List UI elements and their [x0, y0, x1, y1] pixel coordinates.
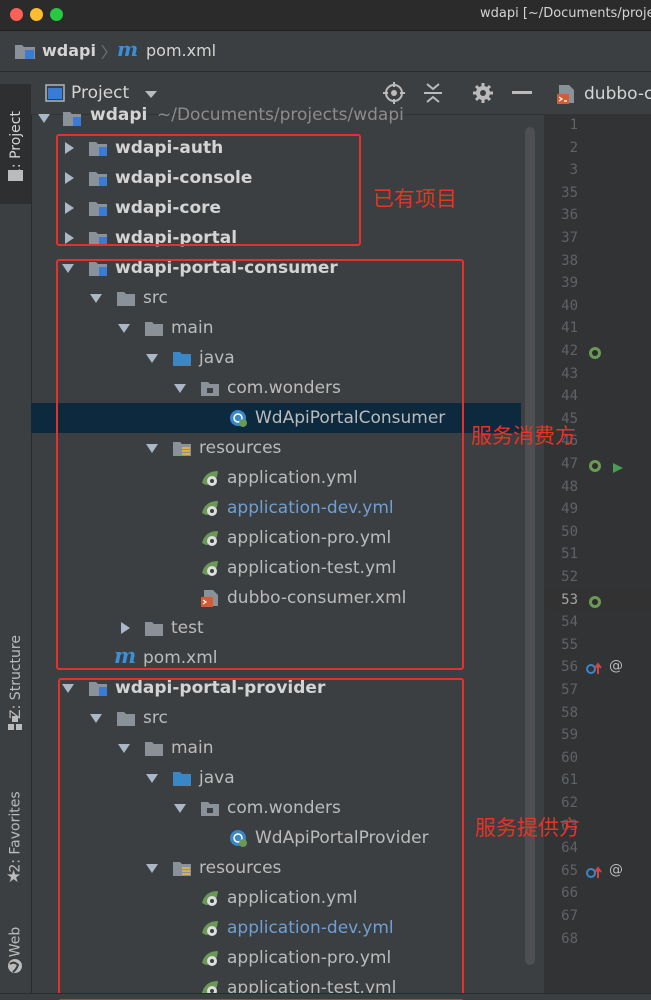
line-number: 59: [561, 727, 578, 744]
override-gutter-icon[interactable]: [586, 865, 604, 884]
line-number: 49: [561, 501, 578, 518]
line-number: 68: [561, 930, 578, 947]
annotation-gutter-icon: @: [609, 861, 623, 878]
chevron-right-icon: [101, 44, 108, 60]
line-number: 44: [561, 388, 578, 405]
line-number: 61: [561, 772, 578, 789]
breadcrumb-project[interactable]: wdapi: [42, 41, 96, 60]
star-icon: ★: [6, 867, 22, 887]
line-number: 56: [561, 659, 578, 676]
module-folder-icon: [63, 112, 81, 126]
window-title: wdapi [~/Documents/proje: [480, 6, 651, 21]
line-number: 60: [561, 749, 578, 766]
line-number: 62: [561, 795, 578, 811]
locate-target-icon[interactable]: [383, 82, 405, 104]
run-gutter-icon[interactable]: [612, 459, 624, 478]
line-number: 3: [569, 162, 578, 179]
line-number: 38: [561, 252, 578, 269]
annotation-existing-projects: 已有项目: [373, 187, 457, 211]
spring-bean-gutter-icon[interactable]: [588, 345, 602, 364]
annotation-box-consumer: [56, 259, 464, 670]
breadcrumb-file[interactable]: pom.xml: [146, 41, 216, 60]
annotation-gutter-icon: @: [609, 658, 623, 675]
line-number: 66: [561, 885, 578, 902]
tree-row-root[interactable]: wdapi ~/Documents/projects/wdapi: [31, 105, 521, 133]
line-number: 51: [561, 546, 578, 563]
editor-tab[interactable]: dubbo-c: [544, 72, 651, 115]
line-number: 36: [561, 207, 578, 224]
line-number: 50: [561, 523, 578, 540]
line-number: 2: [569, 139, 578, 156]
line-number: 48: [561, 478, 578, 495]
web-tool-tab-label: Web: [7, 926, 24, 958]
globe-icon: [8, 959, 22, 973]
maven-icon: m: [117, 37, 139, 61]
breadcrumb: wdapi m pom.xml: [0, 31, 651, 72]
zoom-window-button[interactable]: [50, 8, 63, 21]
line-number: 58: [561, 704, 578, 721]
module-folder-icon: [15, 45, 35, 59]
status-bar: [0, 993, 651, 999]
annotation-service-consumer: 服务消费方: [471, 424, 576, 448]
annotation-box-existing: [56, 134, 361, 246]
spring-bean-gutter-icon[interactable]: [588, 594, 602, 613]
annotation-box-provider: [58, 678, 464, 1000]
collapse-all-icon[interactable]: [423, 82, 443, 104]
line-number: 64: [561, 840, 578, 857]
project-tool-tab[interactable]: 1: Project: [0, 84, 31, 204]
editor-tab-label: dubbo-c: [584, 84, 651, 104]
line-number: 35: [561, 184, 578, 201]
line-number: 53: [561, 591, 578, 608]
project-view-icon: [45, 84, 65, 102]
line-number: 40: [561, 297, 578, 314]
line-number: 42: [561, 343, 578, 359]
minimize-window-button[interactable]: [30, 8, 43, 21]
spring-bean-gutter-icon[interactable]: [588, 458, 602, 477]
hide-panel-icon[interactable]: [512, 91, 532, 95]
structure-tool-tab-label: Z: Structure: [7, 635, 24, 719]
favorites-tool-tab-label: 2: Favorites: [7, 791, 24, 873]
line-number: 52: [561, 569, 578, 585]
tree-root-label: wdapi: [90, 105, 148, 125]
line-number: 57: [561, 682, 578, 698]
close-window-button[interactable]: [10, 8, 23, 21]
structure-icon: [8, 716, 22, 730]
line-number: 47: [561, 456, 578, 472]
line-number: 65: [561, 862, 578, 879]
line-number: 1: [569, 117, 578, 133]
tree-root-path: ~/Documents/projects/wdapi: [157, 105, 404, 125]
annotation-service-provider: 服务提供方: [475, 816, 580, 840]
folder-icon: [8, 170, 23, 181]
project-view-selector[interactable]: Project: [71, 83, 129, 103]
line-number: 55: [561, 636, 578, 653]
tool-window-strip: 1: Project Z: Structure 2: Favorites ★ W…: [0, 72, 32, 998]
line-number: 43: [561, 365, 578, 382]
override-gutter-icon[interactable]: [586, 661, 604, 680]
line-number: 67: [561, 908, 578, 924]
chevron-down-icon[interactable]: [145, 91, 157, 99]
xml-file-icon: [557, 85, 574, 104]
title-bar: wdapi [~/Documents/proje: [0, 0, 651, 31]
line-number: 39: [561, 275, 578, 292]
line-number: 37: [561, 230, 578, 246]
line-number: 54: [561, 614, 578, 631]
line-number: 41: [561, 320, 578, 337]
gear-icon[interactable]: [472, 82, 494, 104]
